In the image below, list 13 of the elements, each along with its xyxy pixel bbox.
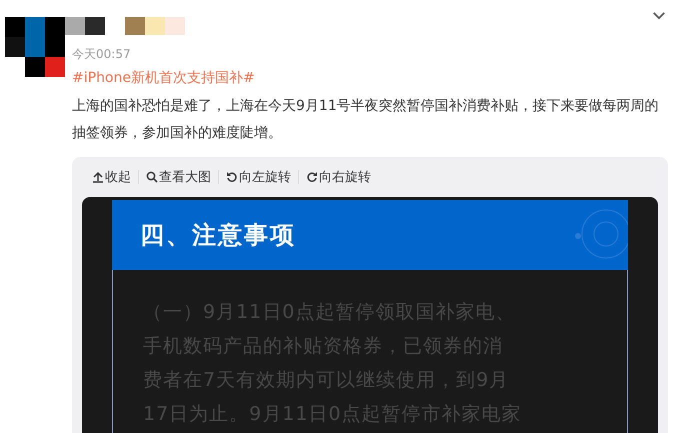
post-text: 上海的国补恐怕是难了，上海在今天9月11号半夜突然暂停国补消费补贴，接下来要做每两周的抽签领券，参加国补的难度陡增。 — [72, 97, 660, 143]
search-icon — [146, 171, 158, 183]
rotate-right-button[interactable]: 向右旋转 — [306, 168, 371, 186]
rotate-right-icon — [306, 171, 318, 183]
notice-heading: 四、注意事项 — [140, 220, 296, 251]
rotate-left-button[interactable]: 向左旋转 — [226, 168, 291, 186]
collapse-button[interactable]: 收起 — [92, 168, 131, 186]
upload-arrow-icon — [92, 171, 104, 183]
post-time: 今天00:57 — [72, 46, 132, 63]
rotate-left-icon — [226, 171, 238, 183]
pixelated-avatar — [5, 17, 65, 77]
chevron-down-icon[interactable] — [652, 11, 666, 20]
view-large-button[interactable]: 查看大图 — [146, 168, 211, 186]
